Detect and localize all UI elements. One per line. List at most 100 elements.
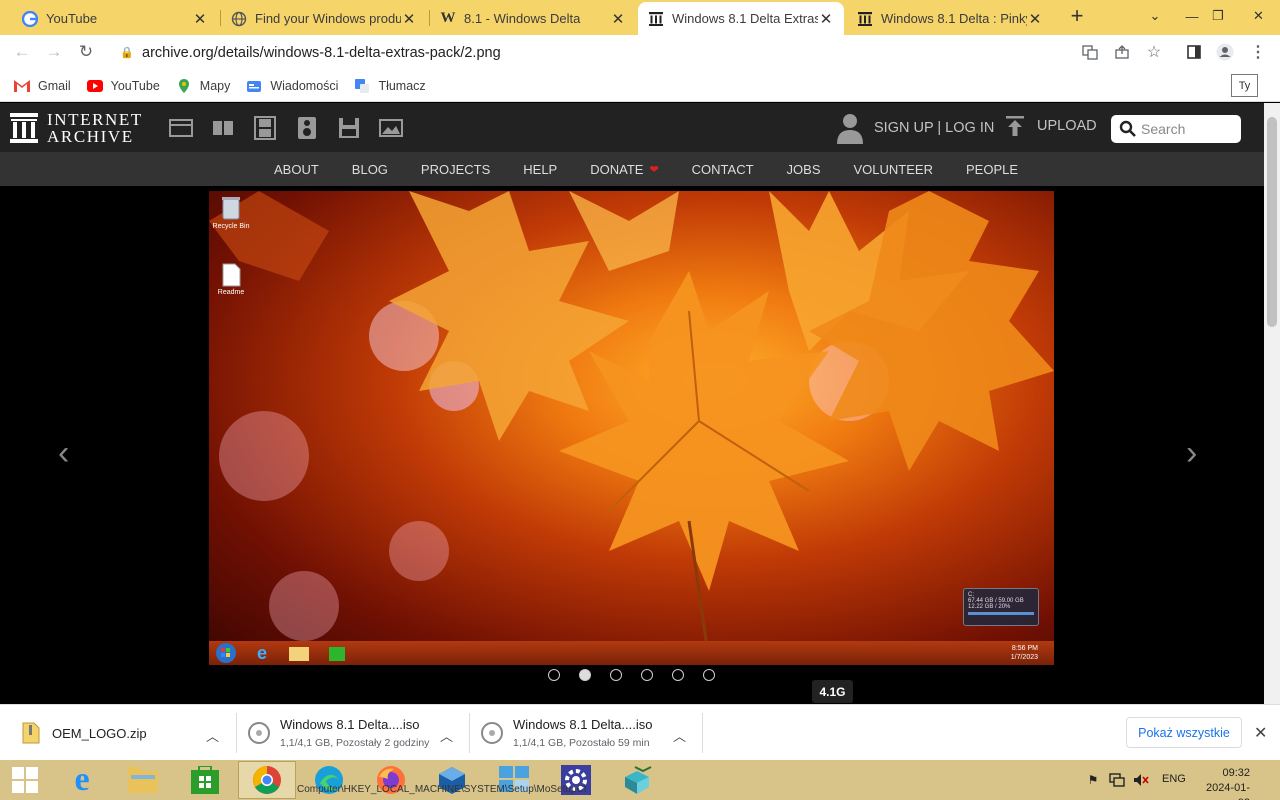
network-icon[interactable] [1109,772,1125,788]
download-options-chevron-icon[interactable]: ︿ [440,726,453,745]
folder-icon [289,647,310,661]
download-bar: OEM_LOGO.zip ︿ Windows 8.1 Delta....iso … [0,704,1280,760]
bookmark-news[interactable]: Wiadomości [246,78,338,94]
volume-muted-icon[interactable] [1133,772,1149,788]
side-panel-icon[interactable] [1185,43,1203,61]
image-viewer: ‹ › Recycle Bin Readme C: 67.44 GB / 59.… [0,186,1264,704]
taskbar-setup-app[interactable] [609,761,667,799]
software-icon[interactable] [328,111,370,145]
share-icon[interactable] [1113,43,1131,61]
slide-dot-2[interactable] [579,669,591,681]
maps-icon [176,78,192,94]
reload-icon[interactable]: ↻ [75,41,97,63]
audio-icon[interactable] [286,111,328,145]
images-icon[interactable] [370,111,412,145]
close-tab-icon[interactable]: ✕ [401,11,417,28]
taskbar-clock[interactable]: 09:32 2024-01-02 [1198,766,1250,800]
close-download-bar-icon[interactable]: ✕ [1254,723,1267,743]
prev-arrow-icon[interactable]: ‹ [58,434,69,473]
forward-icon[interactable]: → [43,41,65,63]
slide-dot-1[interactable] [548,669,560,681]
tab-youtube[interactable]: YouTube ✕ [12,2,218,35]
nav-blog[interactable]: BLOG [352,162,388,177]
download-item-iso-1[interactable]: Windows 8.1 Delta....iso 1,1/4,1 GB, Poz… [248,705,466,761]
page-scrollbar[interactable] [1264,103,1280,704]
web-icon[interactable] [160,111,202,145]
nav-people[interactable]: PEOPLE [966,162,1018,177]
tab-delta-pinky[interactable]: Windows 8.1 Delta : Pinky ✕ [847,2,1053,35]
new-tab-button[interactable]: + [1066,5,1088,28]
taskbar-store[interactable] [176,761,234,799]
search-icon [1119,120,1136,137]
recycle-bin-icon [222,197,240,220]
ie-icon: e [257,642,268,663]
download-options-chevron-icon[interactable]: ︿ [673,726,686,745]
signup-text: SIGN UP | LOG IN [874,120,995,136]
texts-icon[interactable] [202,111,244,145]
slide-dot-5[interactable] [672,669,684,681]
close-window-icon[interactable]: ✕ [1237,0,1280,32]
upload-icon [1006,116,1024,136]
ia-search-input[interactable]: Search [1111,115,1241,143]
next-arrow-icon[interactable]: › [1186,434,1197,473]
restore-icon[interactable]: ❐ [1201,0,1235,32]
file-size-badge: 4.1G [812,680,853,703]
nav-help[interactable]: HELP [523,162,557,177]
bookmark-translate[interactable]: Tłumacz [354,78,426,94]
nav-volunteer[interactable]: VOLUNTEER [854,162,933,177]
show-all-button[interactable]: Pokaż wszystkie [1126,717,1242,748]
translate-icon[interactable] [1081,43,1099,61]
bookmark-star-icon[interactable]: ☆ [1145,43,1163,61]
tab-delta-extras[interactable]: Windows 8.1 Delta Extras P ✕ [638,2,844,35]
taskbar-chrome[interactable] [238,761,296,799]
scrollbar-thumb[interactable] [1267,117,1277,327]
start-orb-icon [216,643,236,663]
slide-dot-3[interactable] [610,669,622,681]
address-bar[interactable]: 🔒 archive.org/details/windows-8.1-delta-… [112,38,1182,67]
heart-icon: ❤ [649,163,659,176]
start-button[interactable] [0,761,50,799]
profile-tooltip: Ty [1231,74,1258,97]
nav-jobs[interactable]: JOBS [787,162,821,177]
close-tab-icon[interactable]: ✕ [818,11,834,28]
slide-dot-6[interactable] [703,669,715,681]
drive-usage-bar [968,612,1034,615]
taskbar-explorer[interactable] [114,761,172,799]
download-item-zip[interactable]: OEM_LOGO.zip ︿ [20,705,238,761]
menu-kebab-icon[interactable]: ⋮ [1249,43,1267,61]
bookmark-maps[interactable]: Mapy [176,78,230,94]
globe-icon [231,11,247,27]
close-tab-icon[interactable]: ✕ [192,11,208,28]
bookmark-youtube[interactable]: YouTube [86,78,160,94]
nav-about[interactable]: ABOUT [274,162,319,177]
folder-icon [128,767,158,793]
bookmark-gmail[interactable]: Gmail [14,78,71,94]
download-item-iso-2[interactable]: Windows 8.1 Delta....iso 1,1/4,1 GB, Poz… [481,705,699,761]
close-tab-icon[interactable]: ✕ [1027,11,1043,28]
tab-find-product[interactable]: Find your Windows product ✕ [221,2,427,35]
taskbar-overlay-text: Computer\HKEY_LOCAL_MACHINE\SYSTEM\Setup… [297,784,587,795]
back-icon[interactable]: ← [11,41,33,63]
tab-search-chevron-icon[interactable]: ⌄ [1138,0,1172,32]
desktop-icon-recycle-bin: Recycle Bin [211,195,251,230]
sign-in-link[interactable]: SIGN UP | LOG IN [836,112,994,144]
nav-contact[interactable]: CONTACT [692,162,754,177]
upload-link[interactable]: UPLOAD [1005,115,1097,137]
package-icon [625,766,652,794]
news-icon [246,78,262,94]
logo-line-2: ARCHIVE [47,127,134,146]
flag-icon[interactable]: ⚑ [1085,772,1101,788]
video-icon[interactable] [244,111,286,145]
taskbar-ie[interactable]: e [53,761,111,799]
nav-projects[interactable]: PROJECTS [421,162,490,177]
ia-logo[interactable]: INTERNET ARCHIVE [10,111,143,145]
upload-text: UPLOAD [1037,118,1097,134]
download-options-chevron-icon[interactable]: ︿ [206,726,219,745]
user-icon [837,114,863,144]
tab-windows-delta[interactable]: W 8.1 - Windows Delta ✕ [430,2,636,35]
language-indicator[interactable]: ENG [1162,773,1186,785]
profile-icon[interactable] [1216,43,1234,61]
close-tab-icon[interactable]: ✕ [610,11,626,28]
nav-donate[interactable]: DONATE ❤ [590,162,658,177]
slide-dot-4[interactable] [641,669,653,681]
